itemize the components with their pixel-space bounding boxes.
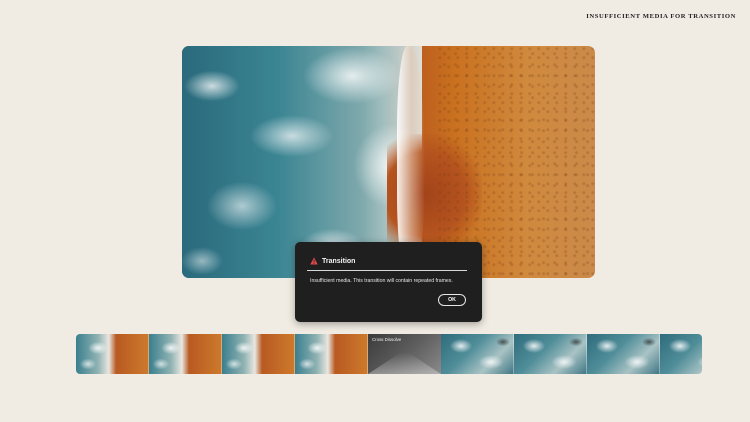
dialog-message: Insufficient media. This transition will… bbox=[310, 278, 453, 284]
transition-dialog: Transition Insufficient media. This tran… bbox=[295, 242, 482, 322]
transition-thumbnail[interactable]: Cross Dissolve bbox=[368, 334, 441, 374]
transition-label: Cross Dissolve bbox=[372, 337, 402, 342]
warning-icon bbox=[310, 257, 318, 265]
dialog-header: Transition bbox=[310, 257, 355, 265]
clip-thumbnail[interactable] bbox=[76, 334, 149, 374]
clip-thumbnail[interactable] bbox=[441, 334, 514, 374]
clip-thumbnail[interactable] bbox=[660, 334, 702, 374]
clip-thumbnail[interactable] bbox=[295, 334, 368, 374]
clip-thumbnail[interactable] bbox=[149, 334, 222, 374]
dialog-title: Transition bbox=[322, 257, 356, 265]
timeline-filmstrip: Cross Dissolve bbox=[76, 334, 702, 374]
ok-button[interactable]: OK bbox=[438, 294, 466, 306]
clip-thumbnail[interactable] bbox=[222, 334, 295, 374]
clip-thumbnail[interactable] bbox=[587, 334, 660, 374]
dialog-divider bbox=[307, 270, 467, 271]
clip-thumbnail[interactable] bbox=[514, 334, 587, 374]
page-heading: INSUFFICIENT MEDIA FOR TRANSITION bbox=[586, 13, 736, 20]
